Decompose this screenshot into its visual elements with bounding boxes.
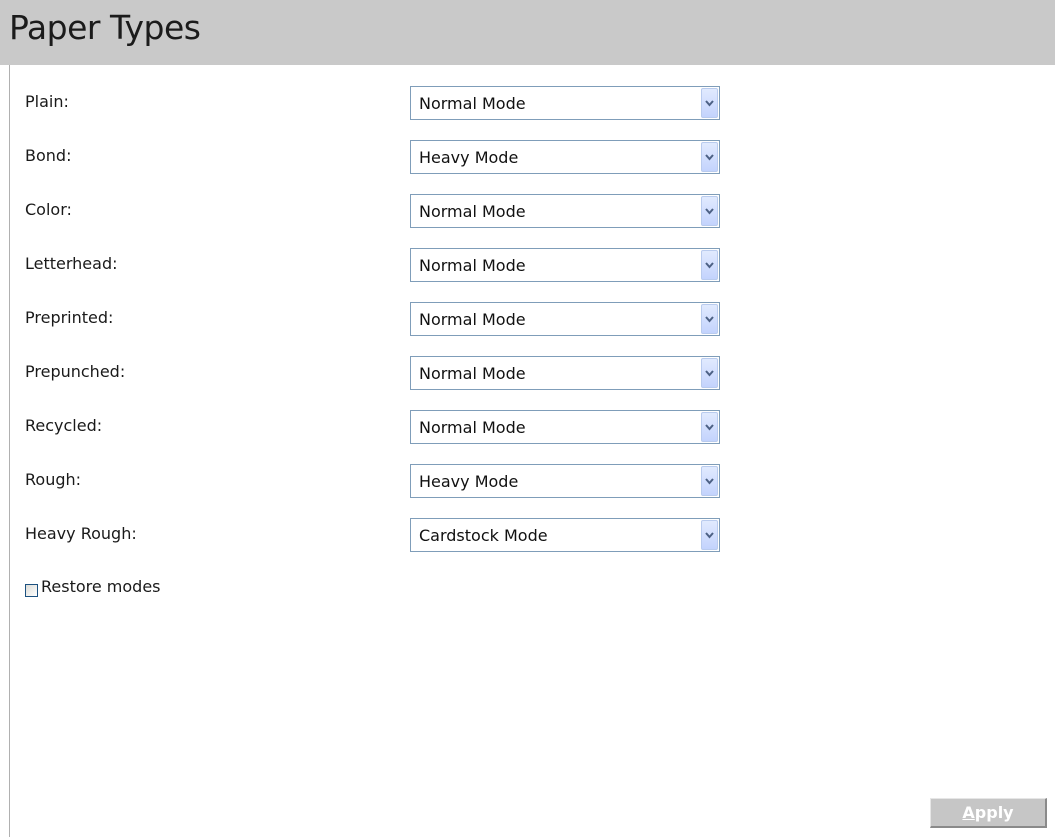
select-recycled[interactable]: Normal Mode xyxy=(410,410,720,444)
dropdown-button[interactable] xyxy=(701,304,718,334)
restore-modes-checkbox[interactable] xyxy=(25,584,38,597)
dropdown-button[interactable] xyxy=(701,142,718,172)
dropdown-button[interactable] xyxy=(701,196,718,226)
apply-button-label: pply xyxy=(974,803,1014,822)
select-recycled-value: Normal Mode xyxy=(419,418,526,437)
apply-button[interactable]: Apply xyxy=(930,798,1047,828)
page-header: Paper Types xyxy=(0,0,1055,65)
chevron-down-icon xyxy=(705,316,714,323)
chevron-down-icon xyxy=(705,478,714,485)
dropdown-button[interactable] xyxy=(701,520,718,550)
chevron-down-icon xyxy=(705,424,714,431)
select-letterhead[interactable]: Normal Mode xyxy=(410,248,720,282)
select-prepunched[interactable]: Normal Mode xyxy=(410,356,720,390)
label-prepunched: Prepunched: xyxy=(25,362,126,381)
content-border xyxy=(9,65,10,837)
dropdown-button[interactable] xyxy=(701,358,718,388)
select-plain-value: Normal Mode xyxy=(419,94,526,113)
label-plain: Plain: xyxy=(25,92,69,111)
select-letterhead-value: Normal Mode xyxy=(419,256,526,275)
label-rough: Rough: xyxy=(25,470,82,489)
select-rough[interactable]: Heavy Mode xyxy=(410,464,720,498)
select-rough-value: Heavy Mode xyxy=(419,472,519,491)
dropdown-button[interactable] xyxy=(701,412,718,442)
select-preprinted[interactable]: Normal Mode xyxy=(410,302,720,336)
dropdown-button[interactable] xyxy=(701,88,718,118)
chevron-down-icon xyxy=(705,154,714,161)
label-color: Color: xyxy=(25,200,72,219)
apply-button-accesskey: A xyxy=(962,803,975,822)
select-preprinted-value: Normal Mode xyxy=(419,310,526,329)
dropdown-button[interactable] xyxy=(701,250,718,280)
page-title: Paper Types xyxy=(9,8,201,47)
label-recycled: Recycled: xyxy=(25,416,103,435)
chevron-down-icon xyxy=(705,208,714,215)
dropdown-button[interactable] xyxy=(701,466,718,496)
label-bond: Bond: xyxy=(25,146,72,165)
chevron-down-icon xyxy=(705,370,714,377)
chevron-down-icon xyxy=(705,100,714,107)
label-preprinted: Preprinted: xyxy=(25,308,114,327)
label-letterhead: Letterhead: xyxy=(25,254,118,273)
select-bond[interactable]: Heavy Mode xyxy=(410,140,720,174)
select-color-value: Normal Mode xyxy=(419,202,526,221)
restore-modes-label[interactable]: Restore modes xyxy=(41,577,161,596)
select-prepunched-value: Normal Mode xyxy=(419,364,526,383)
chevron-down-icon xyxy=(705,532,714,539)
select-heavy-rough[interactable]: Cardstock Mode xyxy=(410,518,720,552)
label-heavy-rough: Heavy Rough: xyxy=(25,524,137,543)
select-bond-value: Heavy Mode xyxy=(419,148,519,167)
select-heavy-rough-value: Cardstock Mode xyxy=(419,526,548,545)
chevron-down-icon xyxy=(705,262,714,269)
select-color[interactable]: Normal Mode xyxy=(410,194,720,228)
select-plain[interactable]: Normal Mode xyxy=(410,86,720,120)
